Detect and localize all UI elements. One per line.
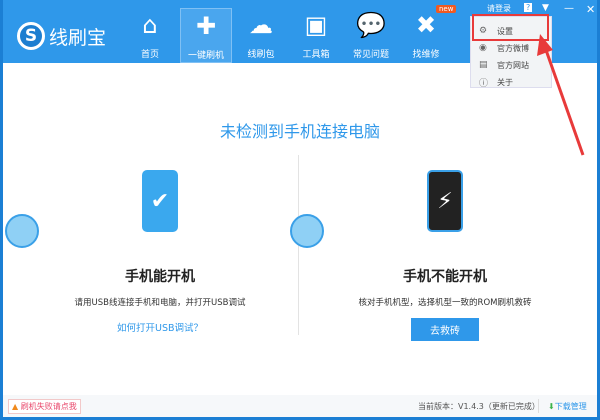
flash-fail-help-button[interactable]: ▲ 刷机失败请点我 — [8, 399, 81, 414]
warning-label: 刷机失败请点我 — [21, 402, 77, 411]
warning-icon: ▲ — [12, 402, 18, 411]
mascot-icon — [290, 214, 324, 248]
phone-check-icon: ✔ — [142, 170, 178, 232]
can-boot-panel: ✔ 手机能开机 请用USB线连接手机和电脑，并打开USB调试 如何打开USB调试… — [15, 170, 305, 334]
panel-heading: 手机能开机 — [15, 266, 305, 286]
app-window: S线刷宝 ⌂首页 ✚一键刷机 ☁线刷包 ▣工具箱 💬常见问题 ✖找维修 new … — [3, 0, 597, 417]
panel-heading: 手机不能开机 — [300, 266, 590, 286]
download-label: 下载管理 — [555, 402, 587, 411]
status-bar: ▲ 刷机失败请点我 当前版本：V1.4.3（更新已完成） ⬇下载管理 — [3, 395, 597, 417]
page-title: 未检测到手机连接电脑 — [3, 118, 597, 142]
download-icon: ⬇ — [548, 402, 555, 411]
download-manager-button[interactable]: ⬇下载管理 — [548, 401, 587, 412]
phone-bolt-icon: ⚡ — [427, 170, 463, 232]
cannot-boot-panel: ⚡ 手机不能开机 核对手机机型，选择机型一致的ROM刷机救砖 去救砖 — [300, 170, 590, 341]
panel-desc: 请用USB线连接手机和电脑，并打开USB调试 — [15, 296, 305, 308]
panel-desc: 核对手机机型，选择机型一致的ROM刷机救砖 — [300, 296, 590, 308]
version-text: 当前版本：V1.4.3（更新已完成） — [418, 401, 540, 412]
mascot-icon — [5, 214, 39, 248]
rescue-button[interactable]: 去救砖 — [411, 318, 479, 341]
usb-debug-link[interactable]: 如何打开USB调试？ — [15, 320, 305, 334]
divider — [538, 399, 539, 413]
